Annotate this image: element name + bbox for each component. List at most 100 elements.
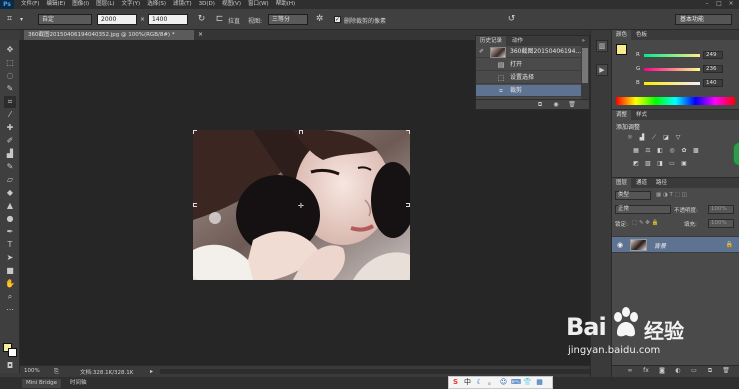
background-color-swatch[interactable] (8, 348, 17, 357)
tab-history[interactable]: 历史记录 (476, 36, 507, 46)
history-scroll-thumb[interactable] (582, 48, 588, 83)
delete-layer-icon[interactable]: 🗑 (722, 367, 730, 375)
side-widget-badge[interactable] (733, 142, 739, 166)
tool-preset-dropdown-icon[interactable]: ▾ (16, 14, 27, 25)
menu-3d[interactable]: 3D(D) (199, 0, 215, 9)
tab-swatches[interactable]: 色板 (632, 30, 651, 40)
opacity-input[interactable]: 100% (708, 205, 734, 214)
quick-mask-icon[interactable]: ◘ (4, 360, 16, 372)
pen-tool-icon[interactable]: ✒ (4, 226, 16, 238)
green-slider[interactable] (644, 68, 700, 71)
history-panel-icon[interactable]: ▥ (596, 40, 608, 52)
history-brush-tool-icon[interactable]: ✎ (4, 161, 16, 173)
menu-file[interactable]: 文件(F) (21, 0, 39, 9)
photo-filter-icon[interactable]: ◎ (668, 147, 676, 155)
emoji-icon[interactable]: ☺ (499, 378, 508, 387)
maximize-icon[interactable]: □ (715, 1, 723, 7)
timeline-tab[interactable]: 时间轴 (66, 379, 91, 388)
edit-toolbar-icon[interactable]: ⋯ (4, 304, 16, 316)
link-layers-icon[interactable]: ∞ (626, 367, 634, 375)
hand-tool-icon[interactable]: ✋ (4, 278, 16, 290)
layer-row-background[interactable]: ◉ 背景 🔒 (612, 236, 739, 253)
layer-style-icon[interactable]: fx (642, 367, 650, 375)
lock-icons[interactable]: ⬚ ✎ ✥ 🔒 (632, 220, 659, 226)
zoom-tool-icon[interactable]: ⌕ (4, 291, 16, 303)
layer-filter-icons[interactable]: ▦ ◑ T ⬚ ◫ (656, 192, 687, 198)
brightness-icon[interactable]: ☼ (626, 134, 634, 142)
mini-bridge-tab[interactable]: Mini Bridge (22, 379, 61, 388)
crop-handle-bottom[interactable] (299, 276, 303, 280)
eyedropper-tool-icon[interactable]: ⁄ (4, 109, 16, 121)
crop-handle-top[interactable] (299, 130, 303, 134)
document-tab[interactable]: 360截图20150406194040352.jpg @ 100%(RGB/8#… (24, 30, 194, 40)
history-snapshot-row[interactable]: ✐ 360截图20150406194... (476, 46, 582, 58)
history-row-open[interactable]: ▤ 打开 (476, 59, 582, 71)
paint-bucket-tool-icon[interactable]: ◆ (4, 187, 16, 199)
minimize-icon[interactable]: – (703, 1, 711, 7)
history-row-crop[interactable]: ⌗ 裁剪 (476, 85, 582, 97)
menu-type[interactable]: 文字(Y) (122, 0, 141, 9)
new-layer-icon[interactable]: ⧉ (706, 367, 714, 375)
eraser-tool-icon[interactable]: ▱ (4, 174, 16, 186)
levels-icon[interactable]: ▟ (638, 134, 646, 142)
new-snapshot-icon[interactable]: ◉ (552, 101, 560, 109)
crop-handle-top-right[interactable] (406, 130, 410, 134)
gear-icon[interactable]: ✲ (314, 14, 325, 25)
layer-name[interactable]: 背景 (654, 241, 666, 250)
straighten-icon[interactable]: ⊏ (214, 14, 225, 25)
menu-select[interactable]: 选择(S) (147, 0, 166, 9)
layer-mask-icon[interactable]: ◙ (658, 367, 666, 375)
tab-styles[interactable]: 样式 (632, 110, 651, 120)
straighten-label[interactable]: 拉直 (228, 16, 240, 25)
vibrance-icon[interactable]: ▽ (674, 134, 682, 142)
red-slider[interactable] (644, 54, 700, 57)
exposure-icon[interactable]: ◪ (662, 134, 670, 142)
actions-panel-icon[interactable]: ▶ (596, 64, 608, 76)
horizontal-scrollbar[interactable] (160, 369, 610, 374)
green-value[interactable]: 236 (703, 65, 723, 73)
crop-handle-bottom-right[interactable] (406, 276, 410, 280)
blend-mode-select[interactable]: 正常 (615, 205, 671, 214)
history-row-select[interactable]: ⬚ 设置选择 (476, 72, 582, 84)
crop-handle-bottom-left[interactable] (193, 276, 197, 280)
workspace-select[interactable]: 基本功能 (675, 14, 732, 25)
status-arrow-icon[interactable]: ▸ (150, 368, 153, 375)
eye-icon[interactable]: ◉ (617, 241, 623, 249)
posterize-icon[interactable]: ▧ (644, 160, 652, 168)
zoom-level[interactable]: 100% (24, 368, 40, 374)
tab-channels[interactable]: 通道 (632, 178, 651, 188)
rotate-icon[interactable]: ↻ (196, 14, 207, 25)
menu-image[interactable]: 图像(I) (72, 0, 89, 9)
history-scrollbar[interactable] (581, 46, 589, 101)
new-document-from-state-icon[interactable]: ⧉ (536, 101, 544, 109)
quick-select-tool-icon[interactable]: ✎ (4, 83, 16, 95)
keyboard-icon[interactable]: ⌨ (511, 378, 521, 387)
gradient-map-icon[interactable]: ▭ (668, 160, 676, 168)
menu-view[interactable]: 视图(V) (222, 0, 241, 9)
group-icon[interactable]: ▭ (690, 367, 698, 375)
path-select-tool-icon[interactable]: ➤ (4, 252, 16, 264)
crop-tool-active-icon[interactable]: ⌗ (4, 96, 16, 108)
fill-input[interactable]: 100% (708, 219, 734, 228)
hue-saturation-icon[interactable]: ▦ (632, 147, 640, 155)
threshold-icon[interactable]: ◨ (656, 160, 664, 168)
delete-cropped-checkbox[interactable]: ✓ (334, 16, 341, 23)
overlay-view-select[interactable]: 三等分 (268, 14, 308, 25)
layer-filter-kind-select[interactable]: 类型 (615, 191, 651, 200)
color-spectrum-ramp[interactable] (616, 97, 735, 105)
clone-stamp-tool-icon[interactable]: ▟ (4, 148, 16, 160)
color-lookup-icon[interactable]: ▩ (692, 147, 700, 155)
reset-icon[interactable]: ↺ (506, 14, 517, 25)
crop-handle-left[interactable] (193, 203, 197, 207)
selective-color-icon[interactable]: ▣ (680, 160, 688, 168)
crop-preset-select[interactable]: 自定 (38, 14, 92, 25)
crop-width-input[interactable]: 2000 (97, 14, 137, 25)
menu-edit[interactable]: 编辑(E) (46, 0, 65, 9)
toolbox-icon[interactable]: ▦ (535, 378, 544, 387)
ime-language-label[interactable]: 中 (463, 378, 472, 387)
blur-tool-icon[interactable]: ▲ (4, 200, 16, 212)
healing-brush-tool-icon[interactable]: ✚ (4, 122, 16, 134)
moon-icon[interactable]: ☾ (475, 378, 484, 387)
tab-color[interactable]: 颜色 (612, 30, 632, 40)
rectangle-tool-icon[interactable]: ■ (4, 265, 16, 277)
